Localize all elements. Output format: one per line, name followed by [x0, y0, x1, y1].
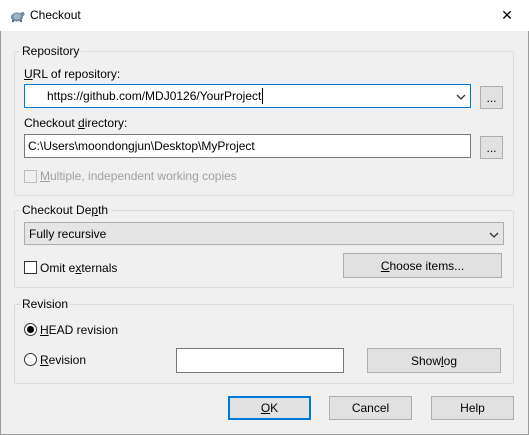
revision-group-label: Revision — [20, 297, 71, 311]
checkout-directory-label: Checkout directory: — [24, 116, 128, 130]
chevron-down-icon[interactable] — [456, 89, 466, 103]
revision-radio[interactable] — [24, 353, 37, 366]
chevron-down-icon — [489, 227, 499, 241]
url-combobox[interactable]: https://github.com/MDJ0126/YourProject — [24, 84, 471, 108]
url-input[interactable]: https://github.com/MDJ0126/YourProject — [47, 89, 261, 103]
url-label: URL of repository: — [24, 67, 121, 81]
revision-input[interactable] — [176, 348, 344, 373]
omit-externals-label: Omit externals — [40, 261, 118, 275]
title-bar[interactable]: Checkout ✕ — [0, 0, 529, 31]
checkout-depth-group-label: Checkout Depth — [20, 203, 111, 217]
revision-label: Revision — [40, 353, 87, 367]
repository-group-label: Repository — [20, 44, 82, 58]
multiple-working-copies-label: Multiple, independent working copies — [40, 169, 237, 183]
url-browse-button[interactable]: ... — [480, 86, 503, 109]
head-revision-radio[interactable] — [24, 323, 37, 336]
close-button[interactable]: ✕ — [485, 0, 529, 31]
checkout-directory-input[interactable]: C:\Users\moondongjun\Desktop\MyProject — [24, 134, 471, 158]
help-button[interactable]: Help — [431, 396, 514, 420]
checkout-depth-select[interactable]: Fully recursive — [24, 222, 504, 245]
close-icon: ✕ — [501, 7, 513, 23]
omit-externals-checkbox[interactable] — [24, 261, 37, 274]
ok-button[interactable]: OK — [228, 396, 311, 420]
show-log-button[interactable]: Show l og — [367, 348, 501, 373]
multiple-working-copies-checkbox[interactable] — [24, 170, 37, 183]
choose-items-button[interactable]: Choose items... — [343, 253, 502, 278]
tortoisesvn-icon — [9, 8, 25, 24]
directory-browse-button[interactable]: ... — [480, 136, 503, 159]
cancel-button[interactable]: Cancel — [329, 396, 412, 420]
head-revision-label: HEAD revision — [40, 323, 119, 337]
window-title: Checkout — [30, 8, 81, 22]
radio-selected-dot — [27, 326, 34, 333]
text-caret — [262, 88, 264, 104]
